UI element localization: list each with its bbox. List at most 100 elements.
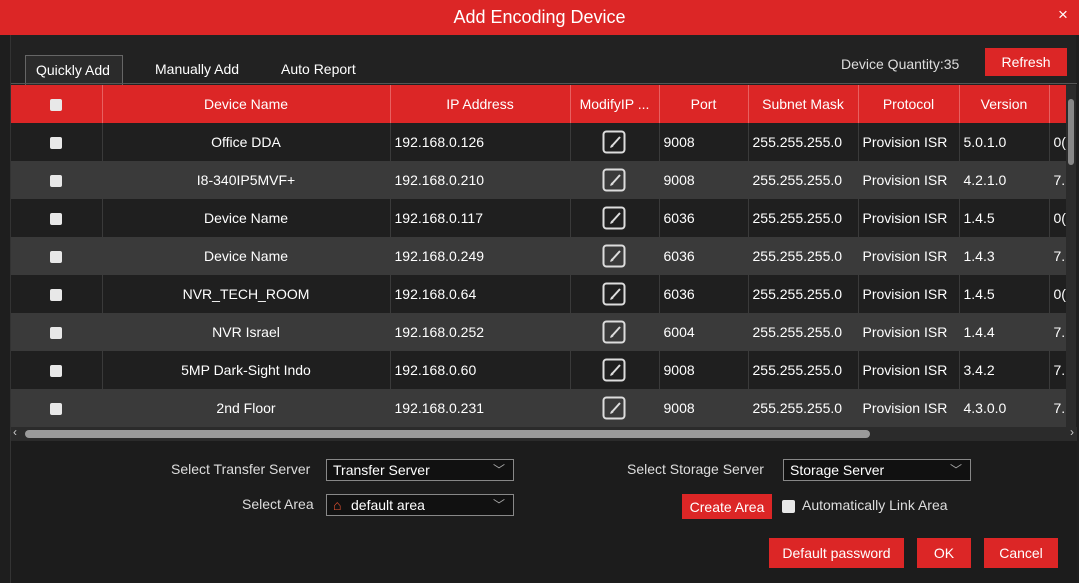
edit-icon[interactable] — [602, 167, 628, 193]
auto-link-area-checkbox[interactable] — [782, 500, 795, 513]
edit-icon[interactable] — [602, 319, 628, 345]
edit-icon[interactable] — [602, 205, 628, 231]
subnet-mask-cell: 255.255.255.0 — [748, 199, 859, 237]
select-all-checkbox[interactable] — [50, 99, 63, 112]
table-row[interactable]: 5MP Dark-Sight Indo 192.168.0.60 9008 255.2… — [11, 351, 1074, 389]
modify-ip-cell[interactable] — [570, 389, 660, 427]
modify-ip-cell[interactable] — [570, 123, 660, 161]
ip-address-cell: 192.168.0.64 — [390, 275, 571, 313]
edit-icon[interactable] — [602, 281, 628, 307]
horizontal-scrollbar[interactable]: ‹ › — [11, 425, 1077, 441]
protocol-cell: Provision ISR — [858, 123, 960, 161]
edit-icon[interactable] — [602, 357, 628, 383]
row-checkbox[interactable] — [50, 289, 63, 302]
row-checkbox[interactable] — [50, 251, 63, 264]
vertical-scroll-thumb[interactable] — [1068, 99, 1074, 165]
subnet-mask-cell: 255.255.255.0 — [748, 275, 859, 313]
column-header-device-name[interactable]: Device Name — [102, 85, 391, 123]
dialog-body: Quickly Add Manually Add Auto Report Dev… — [10, 35, 1077, 583]
tab-auto-report[interactable]: Auto Report — [271, 55, 366, 85]
device-name-cell: NVR Israel — [102, 313, 391, 351]
modify-ip-cell[interactable] — [570, 161, 660, 199]
horizontal-scroll-thumb[interactable] — [25, 430, 870, 438]
edit-icon[interactable] — [602, 243, 628, 269]
create-area-button[interactable]: Create Area — [682, 494, 772, 519]
refresh-button[interactable]: Refresh — [985, 48, 1067, 76]
column-header-modify-ip[interactable]: ModifyIP ... — [570, 85, 660, 123]
row-checkbox[interactable] — [50, 213, 63, 226]
row-select-cell[interactable] — [11, 123, 103, 161]
table-row[interactable]: NVR_TECH_ROOM 192.168.0.64 6036 255.255.255… — [11, 275, 1074, 313]
modify-ip-cell[interactable] — [570, 313, 660, 351]
vertical-scrollbar[interactable] — [1066, 85, 1076, 445]
chevron-down-icon: ﹀ — [492, 463, 505, 477]
edit-icon[interactable] — [602, 129, 628, 155]
table-row[interactable]: Device Name 192.168.0.249 6036 255.255.255.… — [11, 237, 1074, 275]
subnet-mask-cell: 255.255.255.0 — [748, 351, 859, 389]
scroll-right-icon[interactable]: › — [1070, 425, 1074, 439]
table-row[interactable]: Device Name 192.168.0.117 6036 255.255.255.… — [11, 199, 1074, 237]
version-cell: 3.4.2 — [959, 351, 1050, 389]
version-cell: 1.4.5 — [959, 275, 1050, 313]
row-select-cell[interactable] — [11, 351, 103, 389]
ip-address-cell: 192.168.0.252 — [390, 313, 571, 351]
select-all-header[interactable] — [11, 85, 103, 123]
modify-ip-cell[interactable] — [570, 237, 660, 275]
area-select[interactable]: ⌂ default area ﹀ — [326, 494, 514, 516]
protocol-cell: Provision ISR — [858, 313, 960, 351]
column-header-subnet-mask[interactable]: Subnet Mask — [748, 85, 859, 123]
row-select-cell[interactable] — [11, 313, 103, 351]
scroll-left-icon[interactable]: ‹ — [13, 425, 17, 439]
column-header-ip-address[interactable]: IP Address — [390, 85, 571, 123]
title-bar: Add Encoding Device × — [0, 0, 1079, 35]
column-header-protocol[interactable]: Protocol — [858, 85, 960, 123]
ip-address-cell: 192.168.0.117 — [390, 199, 571, 237]
row-select-cell[interactable] — [11, 389, 103, 427]
row-checkbox[interactable] — [50, 137, 63, 150]
table-row[interactable]: 2nd Floor 192.168.0.231 9008 255.255.255.0 P… — [11, 389, 1074, 427]
protocol-cell: Provision ISR — [858, 199, 960, 237]
tab-manually-add[interactable]: Manually Add — [145, 55, 249, 85]
subnet-mask-cell: 255.255.255.0 — [748, 123, 859, 161]
tab-quickly-add[interactable]: Quickly Add — [25, 55, 123, 85]
row-select-cell[interactable] — [11, 237, 103, 275]
device-name-cell: Device Name — [102, 199, 391, 237]
modify-ip-cell[interactable] — [570, 275, 660, 313]
device-name-cell: Office DDA — [102, 123, 391, 161]
row-checkbox[interactable] — [50, 327, 63, 340]
version-cell: 5.0.1.0 — [959, 123, 1050, 161]
column-header-port[interactable]: Port — [659, 85, 749, 123]
table-row[interactable]: Office DDA 192.168.0.126 9008 255.255.255.0… — [11, 123, 1074, 161]
row-checkbox[interactable] — [50, 175, 63, 188]
cancel-button[interactable]: Cancel — [984, 538, 1058, 568]
table-row[interactable]: NVR Israel 192.168.0.252 6004 255.255.255.0… — [11, 313, 1074, 351]
storage-server-select[interactable]: Storage Server ﹀ — [783, 459, 971, 481]
row-select-cell[interactable] — [11, 161, 103, 199]
storage-server-value: Storage Server — [790, 462, 885, 478]
protocol-cell: Provision ISR — [858, 237, 960, 275]
modify-ip-cell[interactable] — [570, 351, 660, 389]
transfer-server-select[interactable]: Transfer Server ﹀ — [326, 459, 514, 481]
ip-address-cell: 192.168.0.210 — [390, 161, 571, 199]
row-select-cell[interactable] — [11, 275, 103, 313]
row-select-cell[interactable] — [11, 199, 103, 237]
protocol-cell: Provision ISR — [858, 389, 960, 427]
port-cell: 9008 — [659, 161, 749, 199]
ok-button[interactable]: OK — [917, 538, 971, 568]
close-icon[interactable]: × — [1053, 6, 1073, 26]
version-cell: 4.3.0.0 — [959, 389, 1050, 427]
column-header-version[interactable]: Version — [959, 85, 1050, 123]
area-value: default area — [351, 497, 425, 513]
modify-ip-cell[interactable] — [570, 199, 660, 237]
default-password-button[interactable]: Default password — [769, 538, 904, 568]
chevron-down-icon: ﹀ — [949, 463, 962, 477]
protocol-cell: Provision ISR — [858, 351, 960, 389]
version-cell: 1.4.4 — [959, 313, 1050, 351]
version-cell: 1.4.5 — [959, 199, 1050, 237]
row-checkbox[interactable] — [50, 403, 63, 416]
device-name-cell: 5MP Dark-Sight Indo — [102, 351, 391, 389]
edit-icon[interactable] — [602, 395, 628, 421]
device-name-cell: Device Name — [102, 237, 391, 275]
table-row[interactable]: I8-340IP5MVF+ 192.168.0.210 9008 255.255.25… — [11, 161, 1074, 199]
row-checkbox[interactable] — [50, 365, 63, 378]
